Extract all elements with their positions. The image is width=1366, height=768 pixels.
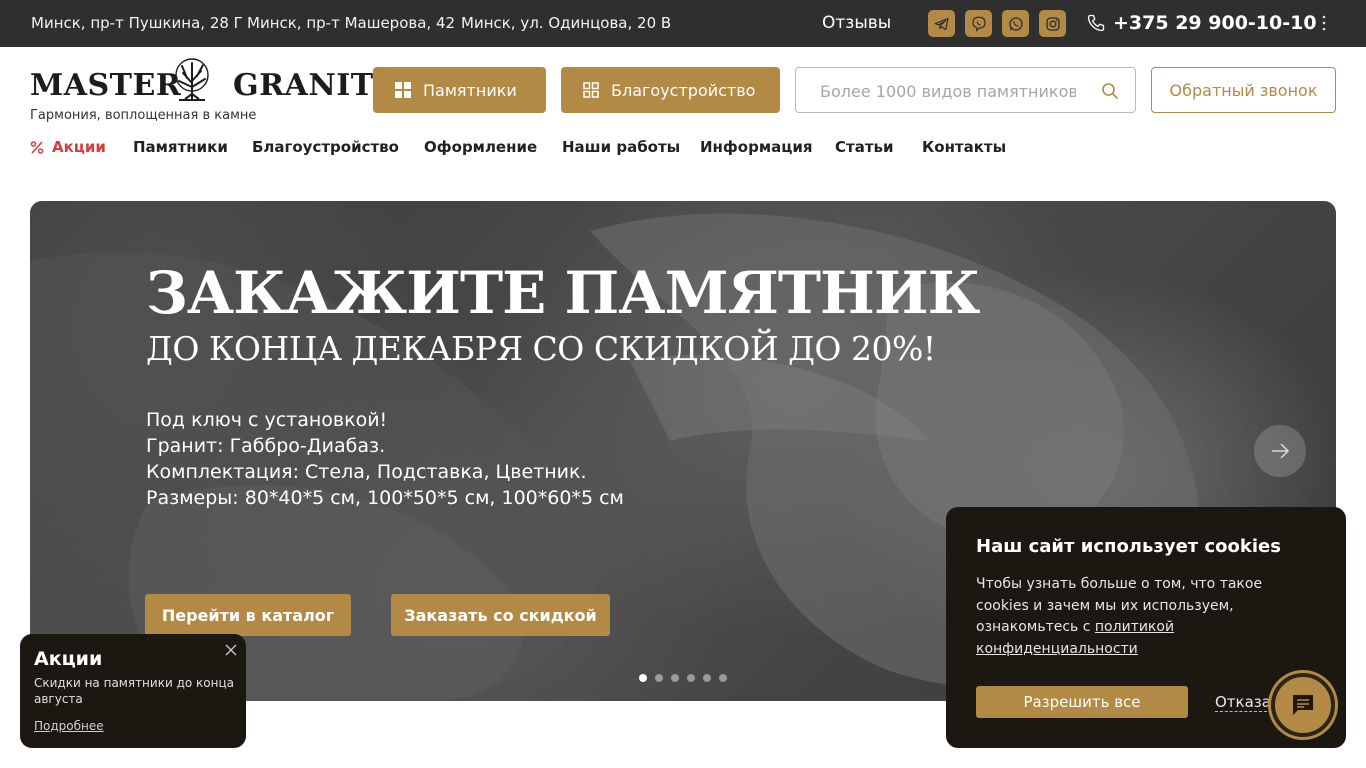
- slider-dot-5[interactable]: [703, 674, 711, 682]
- instagram-icon[interactable]: [1039, 10, 1066, 37]
- chat-icon: [1293, 695, 1313, 715]
- logo-tree-icon[interactable]: [165, 57, 219, 103]
- address-1[interactable]: Минск, пр-т Пушкина, 28 Г: [31, 14, 243, 32]
- top-bar: Минск, пр-т Пушкина, 28 Г Минск, пр-т Ма…: [0, 0, 1366, 47]
- cookie-title: Наш сайт использует cookies: [976, 536, 1281, 557]
- callback-button[interactable]: Обратный звонок: [1151, 67, 1336, 113]
- chat-button[interactable]: [1271, 673, 1335, 737]
- hero-subtitle: ДО КОНЦА ДЕКАБРЯ СО СКИДКОЙ ДО 20%!: [146, 329, 936, 368]
- logo-master[interactable]: MASTER: [30, 68, 181, 103]
- telegram-icon[interactable]: [928, 10, 955, 37]
- viber-icon[interactable]: [965, 10, 992, 37]
- grid-icon: [395, 82, 411, 98]
- logo-tagline: Гармония, воплощенная в камне: [30, 108, 257, 123]
- go-to-catalog-button[interactable]: Перейти в каталог: [145, 594, 351, 636]
- promo-description: Скидки на памятники до конца августа: [34, 676, 234, 706]
- slider-dot-6[interactable]: [719, 674, 727, 682]
- hero-line-2: Гранит: Габбро-Диабаз.: [146, 435, 386, 457]
- slider-dot-3[interactable]: [671, 674, 679, 682]
- search-input[interactable]: [820, 80, 1076, 102]
- phone-icon: [1087, 14, 1105, 32]
- nav-monuments[interactable]: Памятники: [133, 138, 228, 158]
- slider-dot-1[interactable]: [639, 674, 647, 682]
- landscaping-button-label: Благоустройство: [611, 80, 756, 100]
- hero-line-3: Комплектация: Стела, Подставка, Цветник.: [146, 461, 587, 483]
- grid-outline-icon: [583, 82, 599, 98]
- promo-more-link[interactable]: Подробнее: [34, 719, 104, 733]
- nav-sales[interactable]: Акции: [52, 138, 106, 158]
- nav-contacts[interactable]: Контакты: [922, 138, 1006, 158]
- search-box: [795, 67, 1136, 113]
- address-2[interactable]: Минск, пр-т Машерова, 42: [247, 14, 455, 32]
- slider-next-button[interactable]: [1254, 425, 1306, 477]
- nav-information[interactable]: Информация: [700, 138, 813, 158]
- promo-popup: Акции Скидки на памятники до конца авгус…: [20, 634, 246, 748]
- close-icon[interactable]: [225, 644, 237, 656]
- monuments-catalog-button[interactable]: Памятники: [373, 67, 546, 113]
- allow-all-button[interactable]: Разрешить все: [976, 686, 1188, 718]
- phone-number[interactable]: +375 29 900-10-10: [1113, 12, 1317, 34]
- hero-line-4: Размеры: 80*40*5 см, 100*50*5 см, 100*60…: [146, 487, 624, 509]
- arrow-right-icon: [1272, 443, 1290, 459]
- landscaping-catalog-button[interactable]: Благоустройство: [561, 67, 780, 113]
- cookie-text: Чтобы узнать больше о том, что такое coo…: [976, 574, 1286, 660]
- more-vertical-icon[interactable]: [1316, 13, 1332, 33]
- hero-line-1: Под ключ с установкой!: [146, 409, 388, 431]
- hero-title: ЗАКАЖИТЕ ПАМЯТНИК: [146, 259, 980, 327]
- slider-dot-4[interactable]: [687, 674, 695, 682]
- whatsapp-icon[interactable]: [1002, 10, 1029, 37]
- nav-our-works[interactable]: Наши работы: [562, 138, 680, 158]
- nav-articles[interactable]: Статьи: [835, 138, 894, 158]
- promo-title: Акции: [34, 648, 103, 670]
- percent-icon: [30, 141, 44, 154]
- address-3[interactable]: Минск, ул. Одинцова, 20 В: [461, 14, 671, 32]
- nav-design[interactable]: Оформление: [424, 138, 537, 158]
- reviews-link[interactable]: Отзывы: [822, 13, 891, 33]
- slider-dot-2[interactable]: [655, 674, 663, 682]
- monuments-button-label: Памятники: [423, 80, 517, 100]
- search-icon[interactable]: [1101, 82, 1119, 100]
- logo-granit[interactable]: GRANIT: [233, 68, 374, 103]
- order-discount-button[interactable]: Заказать со скидкой: [391, 594, 610, 636]
- nav-landscaping[interactable]: Благоустройство: [252, 138, 399, 158]
